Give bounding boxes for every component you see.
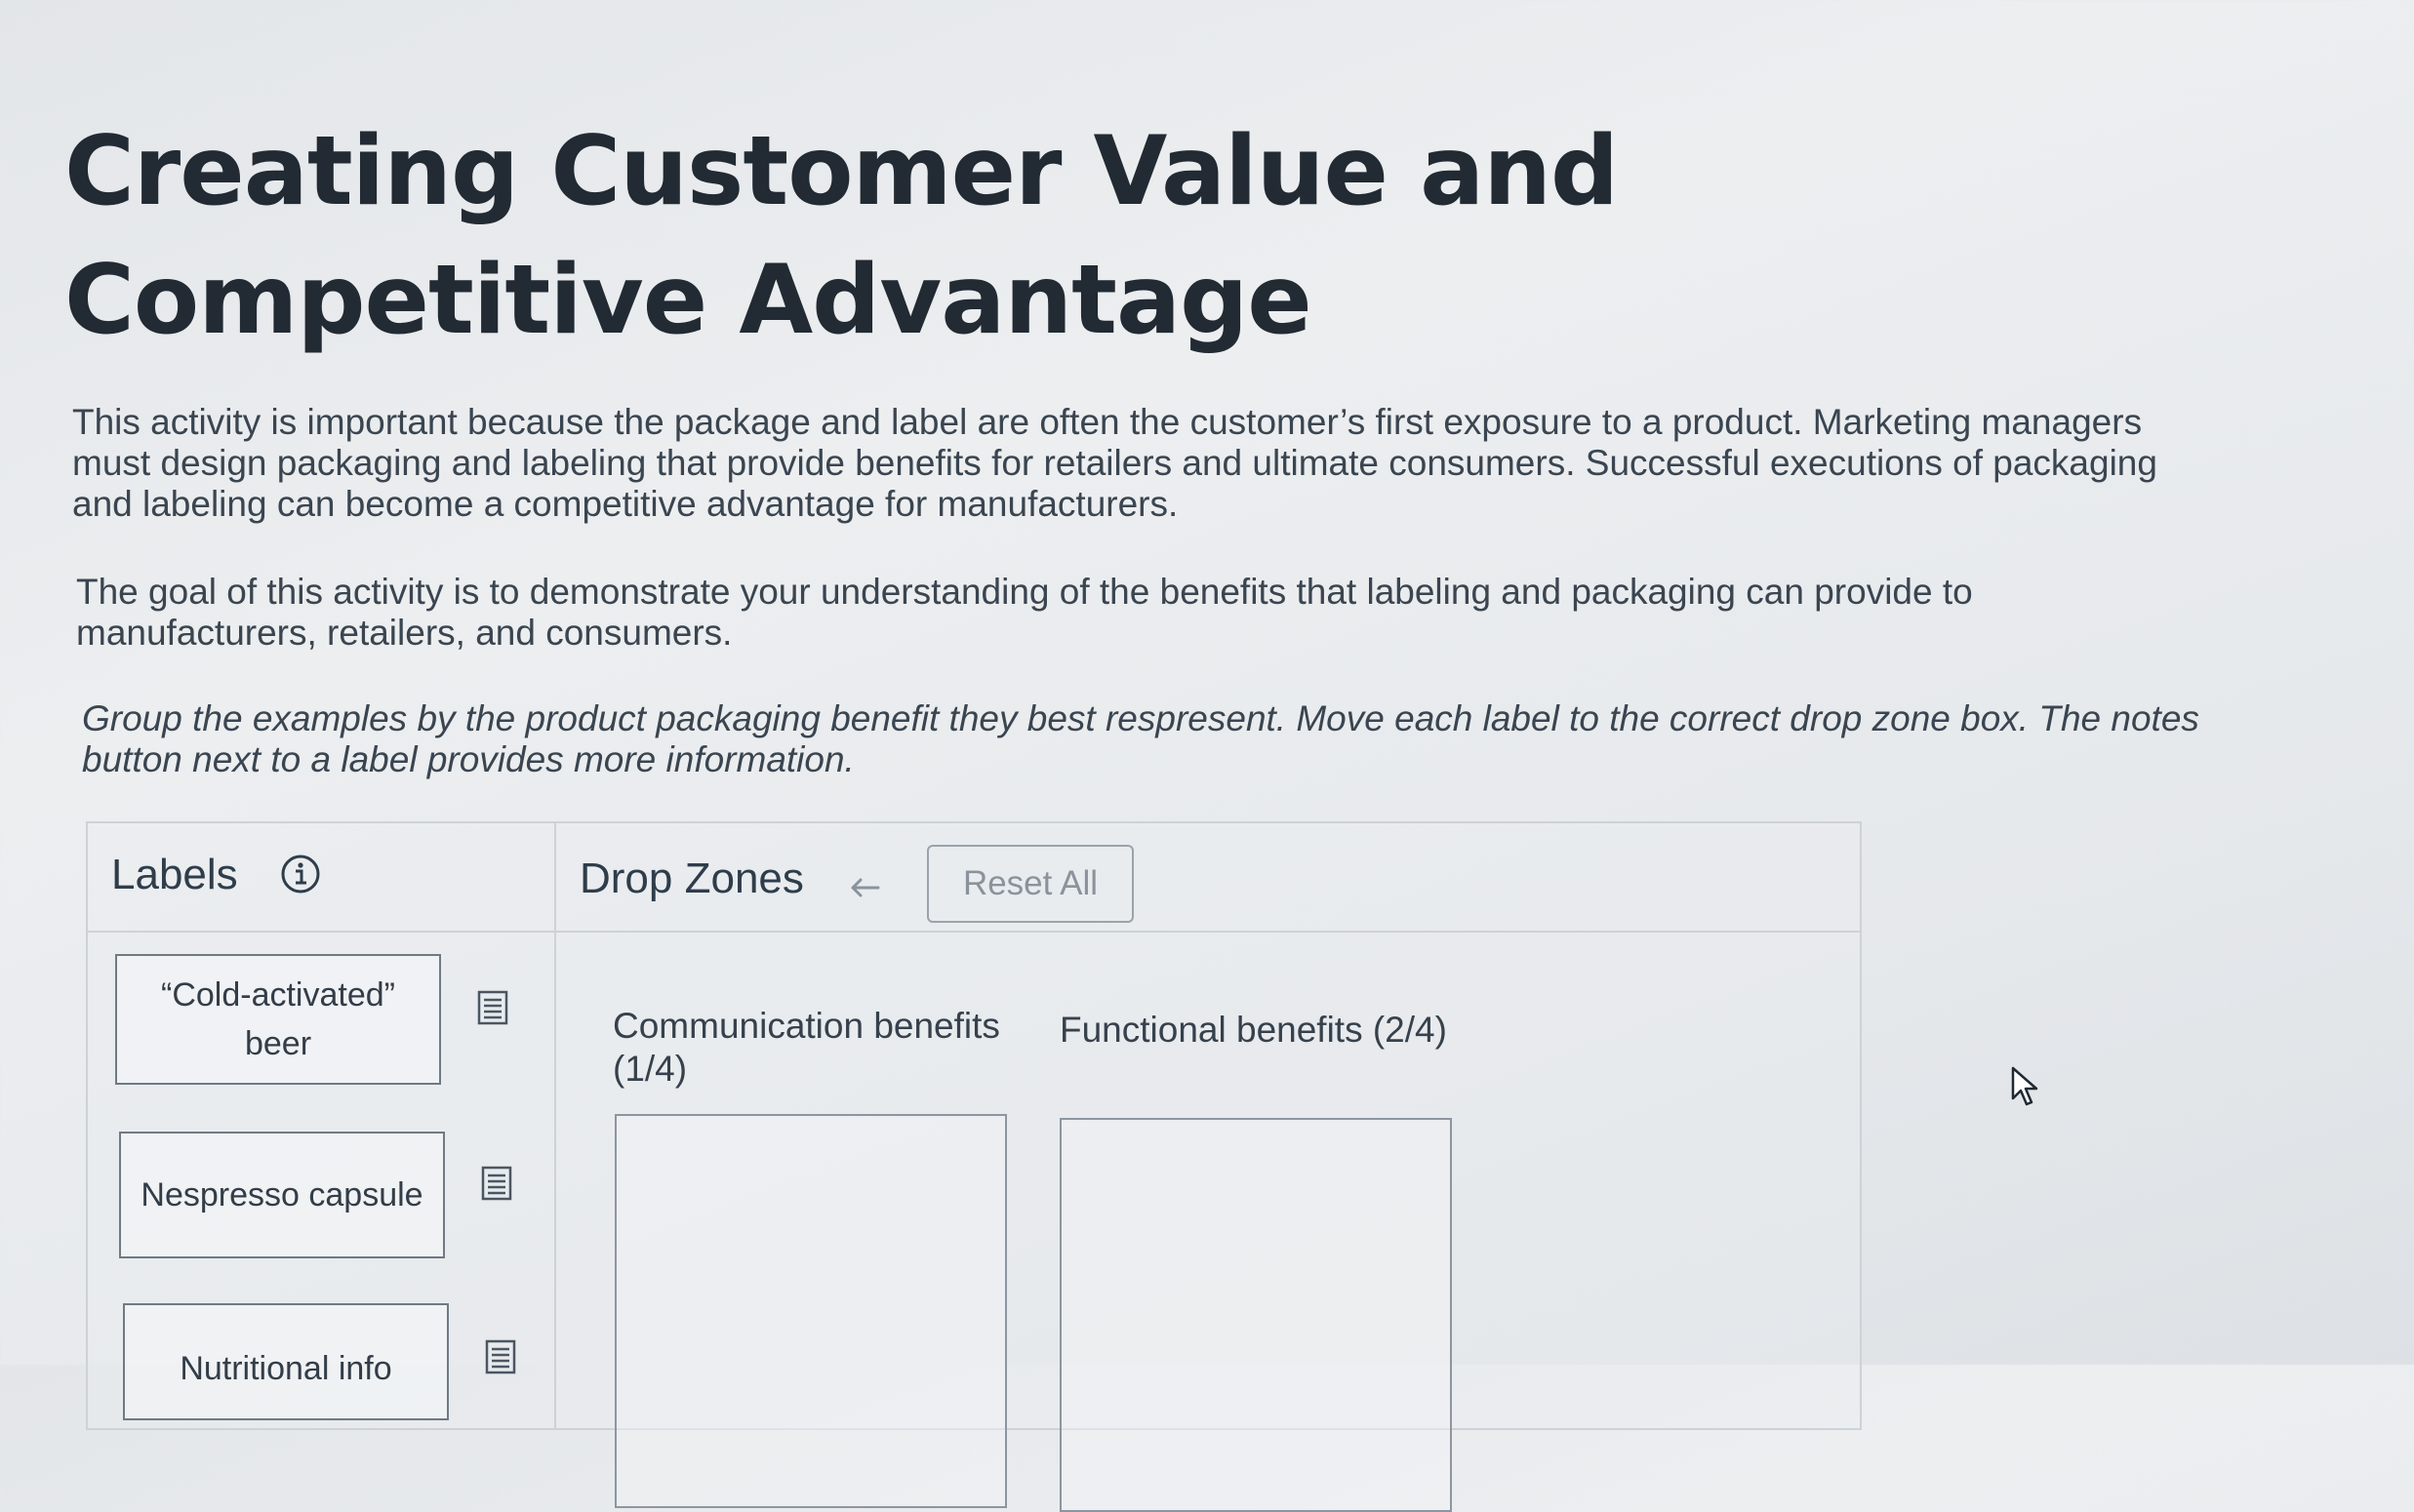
undo-arrow-icon[interactable] — [845, 864, 884, 899]
drag-drop-activity-panel: Labels Drop Zones Reset All “Cold-activa… — [86, 821, 1862, 1512]
notes-icon[interactable] — [484, 1338, 517, 1375]
page-title: Creating Customer Value and Competitive … — [64, 116, 1619, 356]
panel-header-row: Labels Drop Zones Reset All — [88, 823, 1860, 933]
label-card-text: Nespresso capsule — [141, 1176, 423, 1214]
info-icon[interactable] — [279, 853, 322, 895]
notes-icon[interactable] — [480, 1165, 513, 1202]
dropzones-heading: Drop Zones — [580, 855, 804, 902]
drop-zone-functional-benefits[interactable] — [1060, 1118, 1452, 1512]
label-card-nutritional-info[interactable]: Nutritional info — [123, 1303, 449, 1420]
zone-label-communication-benefits: Communication benefits (1/4) — [613, 1006, 1000, 1089]
label-card-text: “Cold-activated” beer — [161, 976, 395, 1062]
notes-icon[interactable] — [476, 989, 509, 1026]
goal-paragraph: The goal of this activity is to demonstr… — [76, 572, 1973, 653]
label-card-cold-activated-beer[interactable]: “Cold-activated” beer — [115, 954, 441, 1085]
mouse-cursor — [2011, 1066, 2038, 1106]
labels-heading: Labels — [111, 851, 238, 898]
label-card-text: Nutritional info — [180, 1350, 392, 1387]
label-card-nespresso-capsule[interactable]: Nespresso capsule — [119, 1132, 445, 1258]
intro-paragraph: This activity is important because the p… — [72, 402, 2157, 524]
reset-all-button[interactable]: Reset All — [927, 845, 1134, 923]
zone-label-functional-benefits: Functional benefits (2/4) — [1060, 1010, 1447, 1050]
instructions-paragraph: Group the examples by the product packag… — [82, 698, 2199, 779]
drop-zone-communication-benefits[interactable] — [615, 1114, 1007, 1508]
